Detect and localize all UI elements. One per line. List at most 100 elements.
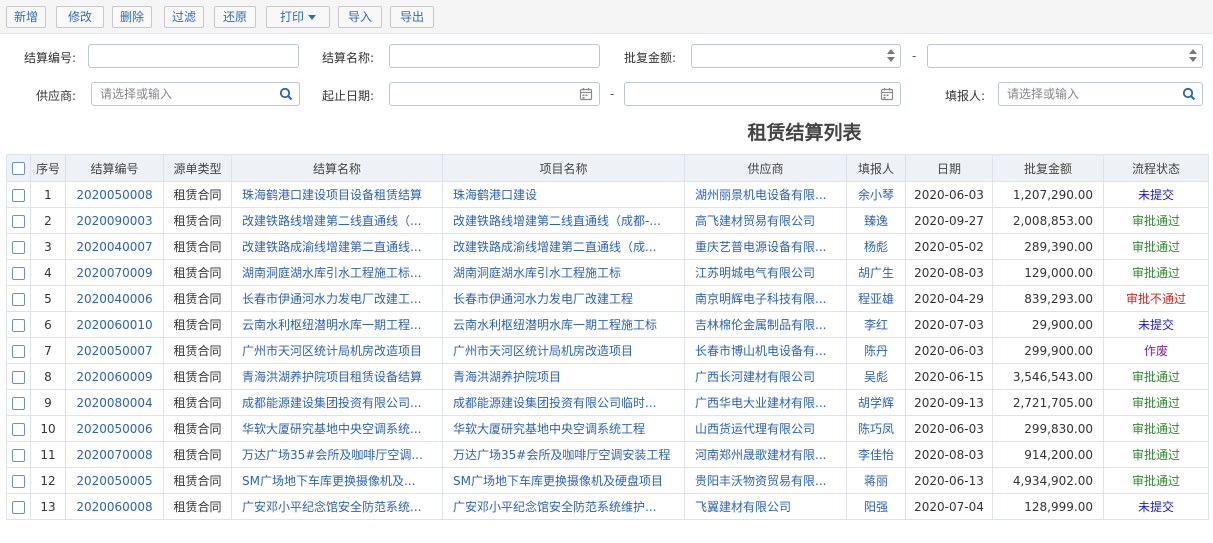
supplier-link[interactable]: 广西华电大业建材有限... (684, 389, 847, 416)
row-select-cell[interactable] (6, 311, 31, 338)
row-checkbox[interactable] (12, 500, 25, 514)
filler-link[interactable]: 陈巧凤 (846, 415, 906, 442)
settle-name-link[interactable]: 青海洪湖养护院项目租赁设备结算 (231, 363, 443, 390)
filler-link[interactable]: 胡学辉 (846, 389, 906, 416)
supplier-link[interactable]: 飞翼建材有限公司 (684, 493, 847, 520)
select-all-cell[interactable] (6, 154, 31, 182)
settle-name-link[interactable]: 广州市天河区统计局机房改造项目 (231, 337, 443, 364)
settle-name-link[interactable]: 长春市伊通河水力发电厂改建工... (231, 285, 443, 312)
project-name-link[interactable]: 华软大厦研究基地中央空调系统工程 (442, 415, 685, 442)
settle-name-link[interactable]: 万达广场35#会所及咖啡厅空调... (231, 441, 443, 468)
restore-button[interactable]: 还原 (214, 6, 256, 28)
calendar-icon[interactable] (880, 87, 894, 101)
project-name-link[interactable]: SM广场地下车库更换摄像机及硬盘项目 (442, 467, 685, 494)
settle-code-link[interactable]: 2020050007 (65, 337, 164, 364)
project-name-link[interactable]: 改建铁路线增建第二线直通线（成都-... (442, 207, 685, 234)
header-cell[interactable]: 序号 (30, 154, 66, 182)
filler-link[interactable]: 臻逸 (846, 207, 906, 234)
settle-code-link[interactable]: 2020050006 (65, 415, 164, 442)
project-name-link[interactable]: 云南水利枢纽潜明水库一期工程施工标 (442, 311, 685, 338)
row-checkbox[interactable] (12, 370, 25, 384)
settle-name-link[interactable]: 改建铁路成渝线增建第二直通线... (231, 233, 443, 260)
header-cell[interactable]: 填报人 (846, 154, 906, 182)
import-button[interactable]: 导入 (338, 6, 382, 28)
project-name-link[interactable]: 万达广场35#会所及咖啡厅空调安装工程 (442, 441, 685, 468)
supplier-link[interactable]: 广西长河建材有限公司 (684, 363, 847, 390)
project-name-link[interactable]: 广州市天河区统计局机房改造项目 (442, 337, 685, 364)
table-row[interactable]: 11 2020070008 租赁合同 万达广场35#会所及咖啡厅空调... 万达广场35… (6, 441, 1209, 468)
settle-name-link[interactable]: 广安邓小平纪念馆安全防范系统... (231, 493, 443, 520)
row-checkbox[interactable] (12, 240, 25, 254)
row-checkbox[interactable] (12, 318, 25, 332)
table-row[interactable]: 8 2020060009 租赁合同 青海洪湖养护院项目租赁设备结算 青海洪湖养护院项目广… (6, 363, 1209, 390)
header-cell[interactable]: 项目名称 (442, 154, 685, 182)
table-row[interactable]: 2 2020090003 租赁合同 改建铁路线增建第二线直通线（... 改建铁路线增建第… (6, 207, 1209, 234)
filter-button[interactable]: 过滤 (164, 6, 204, 28)
header-cell[interactable]: 批复金额 (992, 154, 1104, 182)
filler-link[interactable]: 杨彪 (846, 233, 906, 260)
settle-code-link[interactable]: 2020040006 (65, 285, 164, 312)
settle-name-link[interactable]: 成都能源建设集团投资有限公司... (231, 389, 443, 416)
settle-code-link[interactable]: 2020090003 (65, 207, 164, 234)
filler-link[interactable]: 阳强 (846, 493, 906, 520)
row-select-cell[interactable] (6, 467, 31, 494)
project-name-link[interactable]: 长春市伊通河水力发电厂改建工程 (442, 285, 685, 312)
filler-link[interactable]: 吴彪 (846, 363, 906, 390)
table-row[interactable]: 3 2020040007 租赁合同 改建铁路成渝线增建第二直通线... 改建铁路成渝线增… (6, 233, 1209, 260)
settle-code-link[interactable]: 2020070009 (65, 259, 164, 286)
row-select-cell[interactable] (6, 337, 31, 364)
amount-to-input[interactable] (928, 45, 1202, 67)
header-cell[interactable]: 供应商 (684, 154, 847, 182)
print-dropdown-button[interactable]: 打印 (266, 6, 330, 28)
settle-name-link[interactable]: 华软大厦研究基地中央空调系统... (231, 415, 443, 442)
row-checkbox[interactable] (12, 396, 25, 410)
row-checkbox[interactable] (12, 448, 25, 462)
settle-no-input[interactable] (89, 45, 298, 67)
date-from-input[interactable] (390, 83, 599, 105)
supplier-link[interactable]: 江苏明城电气有限公司 (684, 259, 847, 286)
row-checkbox[interactable] (12, 292, 25, 306)
row-select-cell[interactable] (6, 181, 31, 208)
header-cell[interactable]: 结算名称 (231, 154, 443, 182)
table-row[interactable]: 1 2020050008 租赁合同 珠海鹤港口建设项目设备租赁结算 珠海鹤港口建设 湖州丽… (6, 181, 1209, 208)
table-row[interactable]: 10 2020050006 租赁合同 华软大厦研究基地中央空调系统... 华软大厦研究基… (6, 415, 1209, 442)
project-name-link[interactable]: 青海洪湖养护院项目 (442, 363, 685, 390)
filler-input[interactable] (999, 83, 1202, 105)
search-icon[interactable] (1182, 87, 1196, 101)
header-cell[interactable]: 流程状态 (1103, 154, 1209, 182)
settle-name-link[interactable]: 改建铁路线增建第二线直通线（... (231, 207, 443, 234)
row-select-cell[interactable] (6, 207, 31, 234)
supplier-link[interactable]: 山西货运代理有限公司 (684, 415, 847, 442)
settle-code-link[interactable]: 2020060009 (65, 363, 164, 390)
row-select-cell[interactable] (6, 389, 31, 416)
supplier-link[interactable]: 河南郑州晟歌建材有限... (684, 441, 847, 468)
settle-name-input[interactable] (390, 45, 599, 67)
filler-link[interactable]: 李佳怡 (846, 441, 906, 468)
table-row[interactable]: 6 2020060010 租赁合同 云南水利枢纽潜明水库一期工程... 云南水利枢纽潜明… (6, 311, 1209, 338)
supplier-link[interactable]: 南京明辉电子科技有限... (684, 285, 847, 312)
project-name-link[interactable]: 改建铁路成渝线增建第二直通线（成... (442, 233, 685, 260)
row-select-cell[interactable] (6, 493, 31, 520)
table-row[interactable]: 12 2020050005 租赁合同 SM广场地下车库更换摄像机及... SM广场地下车… (6, 467, 1209, 494)
row-select-cell[interactable] (6, 441, 31, 468)
supplier-link[interactable]: 长春市博山机电设备有... (684, 337, 847, 364)
row-select-cell[interactable] (6, 363, 31, 390)
supplier-link[interactable]: 贵阳丰沃物资贸易有限... (684, 467, 847, 494)
search-icon[interactable] (279, 87, 293, 101)
row-checkbox[interactable] (12, 422, 25, 436)
settle-name-link[interactable]: 珠海鹤港口建设项目设备租赁结算 (231, 181, 443, 208)
settle-name-link[interactable]: SM广场地下车库更换摄像机及... (231, 467, 443, 494)
amount-from-input[interactable] (692, 45, 900, 67)
supplier-link[interactable]: 吉林棉伦金属制品有限... (684, 311, 847, 338)
date-to-input[interactable] (625, 83, 900, 105)
settle-code-link[interactable]: 2020070008 (65, 441, 164, 468)
row-checkbox[interactable] (12, 344, 25, 358)
table-row[interactable]: 4 2020070009 租赁合同 湖南洞庭湖水库引水工程施工标... 湖南洞庭湖水库引… (6, 259, 1209, 286)
select-all-checkbox[interactable] (12, 162, 25, 175)
project-name-link[interactable]: 珠海鹤港口建设 (442, 181, 685, 208)
settle-name-link[interactable]: 湖南洞庭湖水库引水工程施工标... (231, 259, 443, 286)
add-button[interactable]: 新增 (6, 6, 46, 28)
row-checkbox[interactable] (12, 266, 25, 280)
row-checkbox[interactable] (12, 188, 25, 202)
row-checkbox[interactable] (12, 474, 25, 488)
